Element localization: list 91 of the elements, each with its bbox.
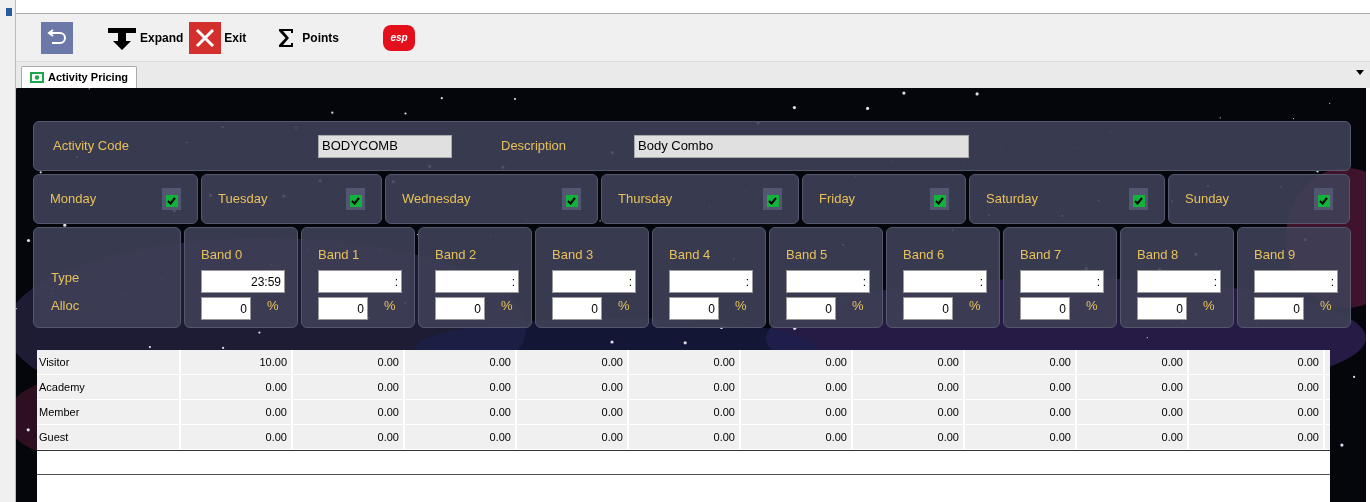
time-field[interactable]: :	[786, 270, 870, 293]
alloc-field[interactable]: 0	[1020, 297, 1070, 321]
alloc-field[interactable]: 0	[786, 297, 836, 321]
alloc-field[interactable]: 0	[201, 297, 251, 321]
day-checkbox[interactable]	[346, 188, 365, 210]
percent-sign: %	[618, 297, 630, 315]
percent-sign: %	[384, 297, 396, 315]
money-icon	[30, 72, 44, 83]
percent-sign: %	[735, 297, 747, 315]
percent-sign: %	[1086, 297, 1098, 315]
table-cell: 0.00	[853, 425, 965, 449]
alloc-field[interactable]: 0	[1254, 297, 1304, 321]
check-icon	[1134, 197, 1143, 205]
table-cell: 0.00	[741, 425, 853, 449]
time-field[interactable]: :	[552, 270, 636, 293]
band-label: Band 4	[669, 246, 712, 264]
alloc-field[interactable]: 0	[669, 297, 719, 321]
table-cell: 0.00	[181, 425, 293, 449]
day-label: Monday	[50, 190, 97, 209]
day-label: Friday	[819, 190, 856, 209]
row-label: Type	[51, 269, 81, 287]
undo-icon	[46, 28, 68, 47]
check-icon	[1319, 197, 1328, 205]
time-field[interactable]: :	[903, 270, 987, 293]
table-cell: 0.00	[293, 425, 405, 449]
day-label: Sunday	[1185, 190, 1230, 209]
activity-code-field[interactable]: BODYCOMB	[318, 134, 452, 158]
field-label: Description	[501, 137, 568, 156]
time-field[interactable]: :	[1137, 270, 1221, 293]
day-label: Saturday	[986, 190, 1039, 209]
points-button[interactable]: Points	[278, 21, 340, 54]
band-label: Band 6	[903, 246, 946, 264]
sigma-icon	[278, 27, 295, 48]
percent-sign: %	[1203, 297, 1215, 315]
time-field[interactable]: :	[435, 270, 519, 293]
band-label: Band 3	[552, 246, 595, 264]
percent-sign: %	[1320, 297, 1332, 315]
field-label: Activity Code	[53, 137, 130, 156]
band-label: Band 0	[201, 246, 244, 264]
table-cell: 0.00	[1077, 425, 1189, 449]
check-icon	[351, 197, 360, 205]
alloc-field[interactable]: 0	[903, 297, 953, 321]
time-field[interactable]: :	[1254, 270, 1338, 293]
day-checkbox[interactable]	[562, 188, 581, 210]
day-checkbox[interactable]	[1314, 188, 1333, 210]
alloc-field[interactable]: 0	[552, 297, 602, 321]
alloc-field[interactable]: 0	[1137, 297, 1187, 321]
table-cell: 0.00	[405, 425, 517, 449]
window-corner-mark	[6, 8, 12, 16]
table-cell: 0.00	[1189, 425, 1325, 449]
check-icon	[935, 197, 944, 205]
day-checkbox[interactable]	[162, 188, 181, 210]
row-label: Alloc	[51, 296, 81, 315]
check-icon	[567, 197, 576, 205]
check-icon	[768, 197, 777, 205]
expand-button[interactable]: Expand	[107, 21, 184, 54]
band-label: Band 8	[1137, 246, 1180, 264]
band-label: Band 9	[1254, 246, 1297, 264]
day-checkbox[interactable]	[763, 188, 782, 210]
undo-button[interactable]	[41, 21, 73, 54]
alloc-field[interactable]: 0	[318, 297, 368, 321]
day-label: Tuesday	[218, 190, 268, 209]
percent-sign: %	[501, 297, 513, 315]
alloc-field[interactable]: 0	[435, 297, 485, 321]
close-icon	[189, 21, 222, 54]
expand-icon	[107, 25, 137, 50]
time-field[interactable]: :	[318, 270, 402, 293]
time-field[interactable]: :	[1020, 270, 1104, 293]
check-icon	[167, 197, 176, 205]
percent-sign: %	[267, 297, 279, 315]
day-checkbox[interactable]	[1129, 188, 1148, 210]
band-label: Band 1	[318, 246, 361, 264]
day-label: Wednesday	[402, 190, 471, 209]
tab[interactable]: Activity Pricing	[21, 66, 138, 88]
table-cell: Guest	[37, 425, 181, 449]
description-field[interactable]: Body Combo	[634, 134, 969, 158]
table-cell: 0.00	[965, 425, 1077, 449]
dropdown-arrow-icon[interactable]	[1356, 70, 1364, 75]
time-field[interactable]: :	[669, 270, 753, 293]
percent-sign: %	[969, 297, 981, 315]
day-label: Thursday	[618, 190, 673, 209]
logo-badge: esp	[383, 24, 416, 51]
band-label: Band 5	[786, 246, 829, 264]
time-field[interactable]: 23:59	[201, 270, 285, 293]
table-cell: 0.00	[629, 425, 741, 449]
band-label: Band 2	[435, 246, 478, 264]
band-label: Band 7	[1020, 246, 1063, 264]
table-cell: 0.00	[517, 425, 629, 449]
day-checkbox[interactable]	[930, 188, 949, 210]
exit-button[interactable]: Exit	[189, 21, 247, 54]
percent-sign: %	[852, 297, 864, 315]
